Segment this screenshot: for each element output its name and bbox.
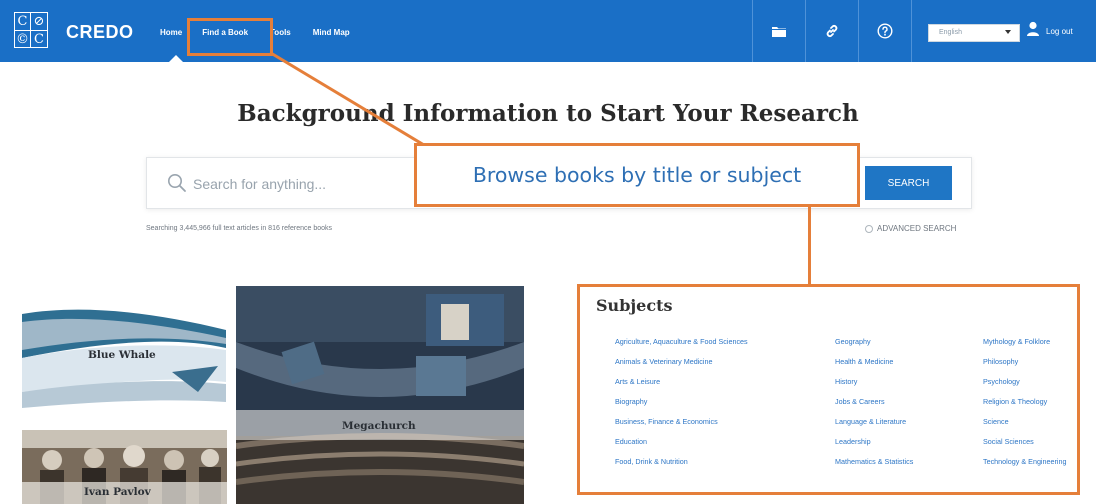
annotation-callout: Browse books by title or subject [414,143,860,207]
page-title: Background Information to Start Your Res… [237,100,859,127]
folder-button[interactable] [753,0,805,62]
megachurch-photo [236,286,524,504]
logo-glyph: © [16,31,31,48]
active-nav-indicator [169,55,183,62]
advanced-search-label: ADVANCED SEARCH [877,224,957,233]
find-a-book-highlight-box [187,18,273,56]
search-scope-note: Searching 3,445,966 full text articles i… [146,225,333,232]
link-button[interactable] [806,0,858,62]
logo-glyph: C [15,13,31,31]
help-icon [877,23,893,39]
logo-glyph: ⊘ [31,13,47,31]
nav-home[interactable]: Home [160,28,182,37]
language-selected: English [939,29,962,36]
user-icon [1027,21,1039,36]
top-navigation-bar: C ⊘ © C CREDO Home Find a Book Tools Min… [0,0,1096,62]
search-icon [168,174,186,192]
nav-tools[interactable]: Tools [270,28,291,37]
nav-mind-map[interactable]: Mind Map [313,28,350,37]
megachurch-caption: Megachurch [342,420,416,432]
page: C ⊘ © C CREDO Home Find a Book Tools Min… [0,0,1096,504]
logout-button[interactable]: Log out [1027,21,1073,36]
blue-whale-tile[interactable]: Blue Whale [22,292,226,412]
pavlov-caption: Ivan Pavlov [84,486,151,498]
radio-icon [865,224,873,233]
link-icon [826,25,838,37]
subjects-highlight-box [577,284,1080,495]
search-button[interactable]: SEARCH [865,166,952,200]
folder-icon [772,27,786,37]
language-select[interactable]: English [928,24,1020,42]
logo-glyph: C [34,32,44,47]
logout-label: Log out [1046,27,1073,36]
divider [911,0,912,62]
chevron-down-icon [1005,30,1011,34]
logo-text[interactable]: CREDO [66,22,134,43]
whale-caption: Blue Whale [88,349,156,361]
annotation-connector [808,207,811,287]
ivan-pavlov-tile[interactable]: Ivan Pavlov [22,430,227,504]
credo-logo-mark[interactable]: C ⊘ © C [14,12,48,48]
help-button[interactable] [859,0,911,62]
advanced-search-link[interactable]: ADVANCED SEARCH [865,224,956,233]
megachurch-tile[interactable]: Megachurch [236,286,524,504]
